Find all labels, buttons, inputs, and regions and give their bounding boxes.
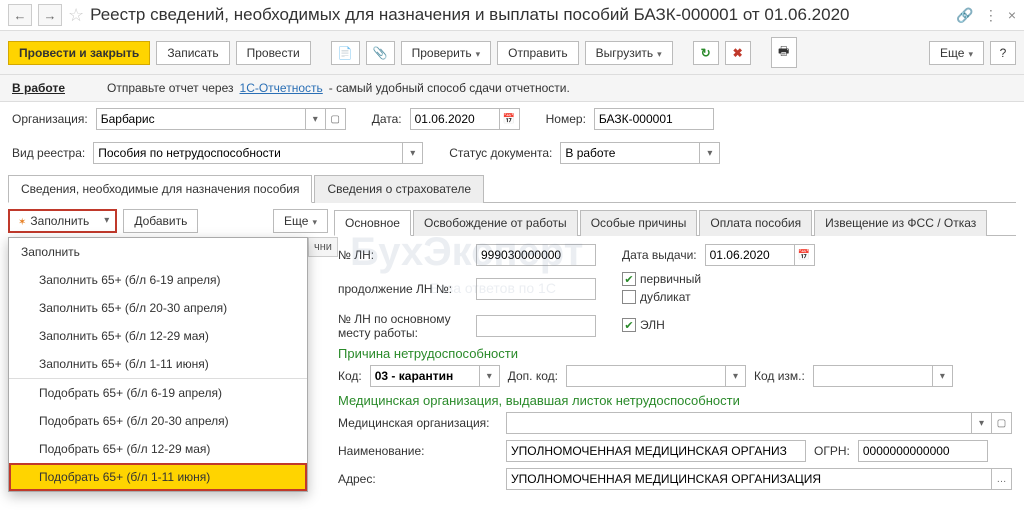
send-button[interactable]: Отправить xyxy=(497,41,579,65)
post-and-close-button[interactable]: Провести и закрыть xyxy=(8,41,150,65)
menu-select-65-apr6[interactable]: Подобрать 65+ (б/л 6-19 апреля) xyxy=(9,379,307,407)
type-input[interactable] xyxy=(93,142,403,164)
addcode-label: Доп. код: xyxy=(508,369,558,383)
type-dropdown-icon[interactable]: ▾ xyxy=(403,142,423,164)
code-dropdown-icon[interactable]: ▾ xyxy=(480,365,500,387)
attach-icon-button[interactable]: 📎 xyxy=(366,41,395,65)
name-label: Наименование: xyxy=(338,444,498,458)
post-button[interactable]: Провести xyxy=(236,41,311,65)
medorg-title: Медицинская организация, выдавшая листок… xyxy=(338,393,1012,408)
code-change-input[interactable] xyxy=(813,365,933,387)
nav-forward-button[interactable]: → xyxy=(38,4,62,26)
tab-insurer-info[interactable]: Сведения о страхователе xyxy=(314,175,484,203)
verify-button[interactable]: Проверить▾ xyxy=(401,41,492,65)
inner-tab-fss[interactable]: Извещение из ФСС / Отказ xyxy=(814,210,987,236)
issue-date-input[interactable] xyxy=(705,244,795,266)
menu-select-65-may12[interactable]: Подобрать 65+ (б/л 12-29 мая) xyxy=(9,435,307,463)
nav-back-button[interactable]: ← xyxy=(8,4,32,26)
help-button[interactable]: ? xyxy=(990,41,1016,65)
number-label: Номер: xyxy=(546,112,586,126)
chk-primary-label: первичный xyxy=(640,272,701,286)
date-input[interactable] xyxy=(410,108,500,130)
medorg-input[interactable] xyxy=(506,412,972,434)
toolbar-more-button[interactable]: Еще▾ xyxy=(929,41,984,65)
code-label: Код: xyxy=(338,369,362,383)
number-input[interactable] xyxy=(594,108,714,130)
document-icon-button[interactable]: 📄 xyxy=(331,41,360,65)
addcode-dropdown-icon[interactable]: ▾ xyxy=(726,365,746,387)
code-change-label: Код изм.: xyxy=(754,369,805,383)
reason-title: Причина нетрудоспособности xyxy=(338,346,1012,361)
menu-fill-65-apr20[interactable]: Заполнить 65+ (б/л 20-30 апреля) xyxy=(9,294,307,322)
menu-fill-65-apr6[interactable]: Заполнить 65+ (б/л 6-19 апреля) xyxy=(9,266,307,294)
ogrn-label: ОГРН: xyxy=(814,444,850,458)
org-input[interactable] xyxy=(96,108,306,130)
issue-calendar-icon[interactable]: 📅 xyxy=(795,244,815,266)
refresh-button[interactable]: ↻ xyxy=(693,41,719,65)
table-col-truncated: чни xyxy=(308,237,338,257)
address-label: Адрес: xyxy=(338,472,498,486)
menu-select-65-jun1[interactable]: Подобрать 65+ (б/л 1-11 июня) xyxy=(9,463,307,491)
menu-fill-65-jun1[interactable]: Заполнить 65+ (б/л 1-11 июня) xyxy=(9,350,307,378)
medorg-open-icon[interactable]: ▢ xyxy=(992,412,1012,434)
menu-select-65-apr20[interactable]: Подобрать 65+ (б/л 20-30 апреля) xyxy=(9,407,307,435)
chk-eln-label: ЭЛН xyxy=(640,318,665,332)
status-label: Статус документа: xyxy=(449,146,552,160)
hint-suffix: - самый удобный способ сдачи отчетности. xyxy=(329,81,570,95)
inner-tab-main[interactable]: Основное xyxy=(334,210,411,236)
ln-main-label: № ЛН по основному месту работы: xyxy=(338,312,468,340)
tab-benefit-info[interactable]: Сведения, необходимые для назначения пос… xyxy=(8,175,312,203)
fill-dropdown-menu: Заполнить Заполнить 65+ (б/л 6-19 апреля… xyxy=(8,237,308,492)
ln-main-input[interactable] xyxy=(476,315,596,337)
more-icon[interactable]: ⋮ xyxy=(984,7,998,24)
status-input[interactable] xyxy=(560,142,700,164)
inner-tab-payment[interactable]: Оплата пособия xyxy=(699,210,812,236)
org-dropdown-icon[interactable]: ▾ xyxy=(306,108,326,130)
hint-prefix: Отправьте отчет через xyxy=(107,81,234,95)
chk-duplicate[interactable] xyxy=(622,290,636,304)
export-button[interactable]: Выгрузить▾ xyxy=(585,41,673,65)
date-label: Дата: xyxy=(372,112,402,126)
print-button[interactable]: 🖶 xyxy=(771,37,797,68)
fill-dropdown-button[interactable]: Заполнить xyxy=(8,209,117,233)
chk-duplicate-label: дубликат xyxy=(640,290,691,304)
code-input[interactable] xyxy=(370,365,480,387)
chk-eln[interactable]: ✔ xyxy=(622,318,636,332)
ln-label: № ЛН: xyxy=(338,248,468,262)
org-open-icon[interactable]: ▢ xyxy=(326,108,346,130)
link-icon[interactable]: 🔗 xyxy=(956,7,973,24)
type-label: Вид реестра: xyxy=(12,146,85,160)
calendar-icon[interactable]: 📅 xyxy=(500,108,520,130)
cancel-button[interactable]: ✖ xyxy=(725,41,751,65)
document-status: В работе xyxy=(12,81,65,95)
favorite-icon[interactable]: ☆ xyxy=(68,5,84,26)
menu-fill[interactable]: Заполнить xyxy=(9,238,307,266)
chk-primary[interactable]: ✔ xyxy=(622,272,636,286)
name-input[interactable] xyxy=(506,440,806,462)
inner-tab-release[interactable]: Освобождение от работы xyxy=(413,210,578,236)
left-more-button[interactable]: Еще▾ xyxy=(273,209,328,233)
menu-fill-65-may12[interactable]: Заполнить 65+ (б/л 12-29 мая) xyxy=(9,322,307,350)
medorg-dropdown-icon[interactable]: ▾ xyxy=(972,412,992,434)
org-label: Организация: xyxy=(12,112,88,126)
inner-tab-special[interactable]: Особые причины xyxy=(580,210,698,236)
address-input[interactable] xyxy=(506,468,992,490)
medorg-label: Медицинская организация: xyxy=(338,416,498,430)
code-change-dropdown-icon[interactable]: ▾ xyxy=(933,365,953,387)
save-button[interactable]: Записать xyxy=(156,41,229,65)
address-edit-icon[interactable]: … xyxy=(992,468,1012,490)
addcode-input[interactable] xyxy=(566,365,726,387)
window-title: Реестр сведений, необходимых для назначе… xyxy=(90,5,950,25)
add-button[interactable]: Добавить xyxy=(123,209,198,233)
ln-cont-input[interactable] xyxy=(476,278,596,300)
close-icon[interactable]: × xyxy=(1008,7,1016,24)
ogrn-input[interactable] xyxy=(858,440,988,462)
ln-input[interactable] xyxy=(476,244,596,266)
status-dropdown-icon[interactable]: ▾ xyxy=(700,142,720,164)
ln-cont-label: продолжение ЛН №: xyxy=(338,282,468,296)
issue-date-label: Дата выдачи: xyxy=(622,248,697,262)
reporting-link[interactable]: 1С-Отчетность xyxy=(240,81,323,95)
